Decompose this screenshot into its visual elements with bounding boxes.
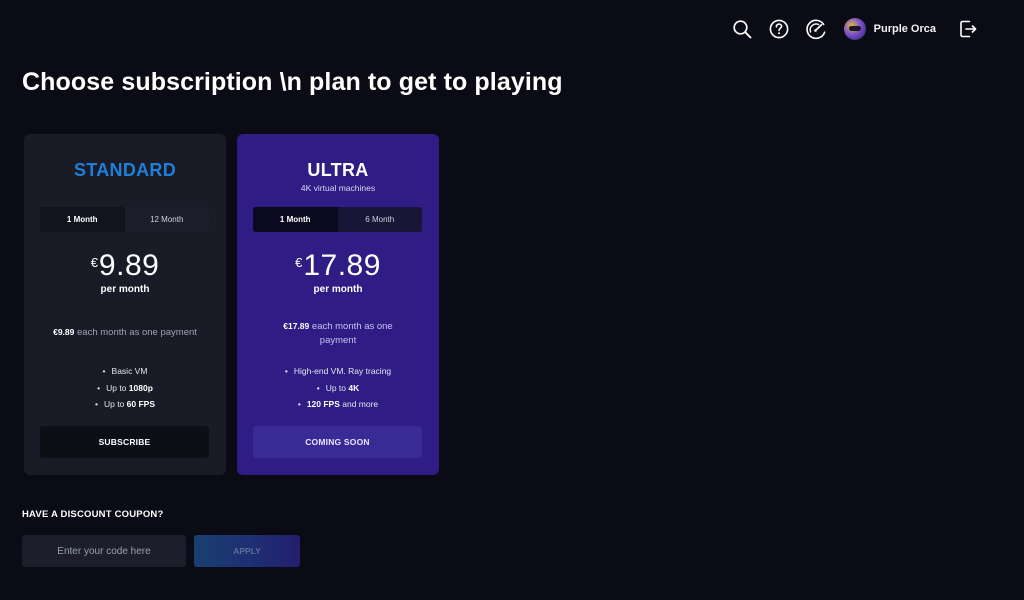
user-name: Purple Orca: [873, 23, 936, 35]
price: € 17.89: [237, 248, 439, 284]
page-title: Choose subscription \n plan to get to pl…: [22, 68, 563, 96]
search-icon[interactable]: [730, 17, 754, 41]
duration-option-1-month[interactable]: 1 Month: [253, 207, 338, 232]
payment-note: €9.89 each month as one payment: [36, 325, 214, 340]
payment-amount: €9.89: [53, 327, 75, 337]
feature-item: High-end VM. Ray tracing: [237, 363, 439, 380]
feature-item: Up to 1080p: [24, 380, 226, 397]
feature-item: Basic VM: [24, 363, 226, 380]
payment-text: each month as one payment: [311, 321, 393, 346]
duration-option-12-month[interactable]: 12 Month: [124, 207, 209, 232]
help-icon[interactable]: [767, 17, 791, 41]
top-bar: Purple Orca: [717, 15, 980, 43]
coupon-code-input[interactable]: [22, 535, 186, 567]
payment-note: €17.89 each month as one payment: [267, 319, 409, 348]
coupon-label: HAVE A DISCOUNT COUPON?: [22, 509, 164, 520]
price: € 9.89: [24, 248, 226, 284]
currency-symbol: €: [90, 255, 98, 270]
duration-toggle: 1 Month 12 Month: [40, 207, 209, 232]
plan-name: ULTRA: [307, 160, 369, 180]
avatar: [843, 18, 866, 40]
feature-list: High-end VM. Ray tracing Up to 4K 120 FP…: [237, 363, 439, 413]
plan-subtitle: 4K virtual machines: [300, 183, 376, 193]
payment-text: each month as one payment: [77, 327, 197, 338]
duration-option-1-month[interactable]: 1 Month: [40, 207, 125, 232]
price-amount: 9.89: [98, 249, 160, 282]
logout-icon[interactable]: [956, 17, 980, 41]
apply-button[interactable]: APPLY: [194, 535, 300, 567]
price-period: per month: [313, 284, 363, 295]
speedometer-icon[interactable]: [804, 17, 828, 41]
feature-item: 120 FPS and more: [237, 396, 439, 413]
user-menu[interactable]: Purple Orca: [843, 18, 936, 40]
feature-item: Up to 60 FPS: [24, 396, 226, 413]
price-amount: 17.89: [303, 249, 381, 282]
coming-soon-button[interactable]: COMING SOON: [253, 426, 422, 458]
duration-toggle: 1 Month 6 Month: [253, 207, 422, 232]
price-period: per month: [100, 284, 150, 295]
feature-list: Basic VM Up to 1080p Up to 60 FPS: [24, 363, 226, 413]
currency-symbol: €: [295, 255, 303, 270]
plan-name: STANDARD: [73, 160, 177, 180]
subscribe-button[interactable]: SUBSCRIBE: [40, 426, 209, 458]
feature-item: Up to 4K: [237, 380, 439, 397]
plan-card-ultra: ULTRA 4K virtual machines 1 Month 6 Mont…: [237, 134, 439, 475]
plan-card-standard: STANDARD 1 Month 12 Month € 9.89 per mon…: [24, 134, 226, 475]
duration-option-6-month[interactable]: 6 Month: [337, 207, 422, 232]
payment-amount: €17.89: [283, 321, 310, 331]
